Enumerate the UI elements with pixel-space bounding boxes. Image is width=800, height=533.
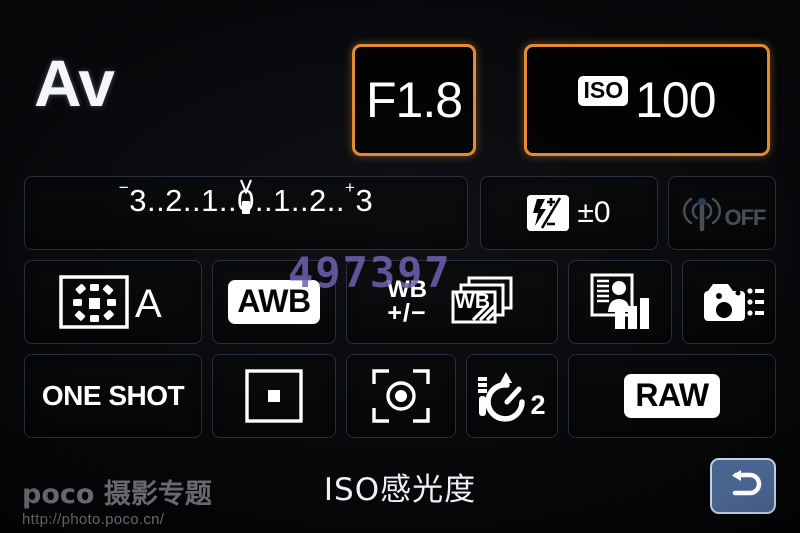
- wifi-icon: [682, 197, 721, 232]
- self-timer-icon: [478, 372, 526, 422]
- exposure-scale-end: 3: [355, 182, 374, 218]
- custom-controls-setting[interactable]: [682, 260, 776, 344]
- picture-style-setting[interactable]: A: [24, 260, 202, 344]
- exposure-scale-ticks: 3..2..1..0..1..2..: [129, 182, 346, 218]
- white-balance-setting[interactable]: AWB: [212, 260, 336, 344]
- image-quality-setting[interactable]: RAW: [568, 354, 776, 438]
- image-quality-label: RAW: [624, 374, 720, 418]
- quick-control-grid: −3..2..1..0..1..2..+3 ±0 OFF A AWB WB +/…: [24, 176, 776, 452]
- auto-lighting-optimizer-icon: [590, 273, 649, 329]
- camera-lcd-screen: Av F1.8 ISO 100 −3..2..1..0..1..2..+3 ±0…: [0, 0, 800, 533]
- white-balance-shift-bracket-setting[interactable]: WB +/− WB: [346, 260, 558, 344]
- flash-exposure-compensation-icon: [527, 195, 570, 231]
- af-point-single-icon: [245, 369, 303, 423]
- selected-setting-title: ISO感光度: [323, 472, 477, 508]
- wb-shift-label: WB +/−: [387, 277, 427, 327]
- self-timer-seconds: 2: [530, 389, 546, 420]
- exposure-plus-sign: +: [345, 178, 356, 198]
- return-arrow-icon: [732, 470, 762, 496]
- picture-style-icon: A: [59, 275, 162, 329]
- evaluative-metering-icon: [372, 369, 430, 423]
- wireless-status-label: OFF: [724, 205, 767, 230]
- drive-mode-setting[interactable]: 2: [466, 354, 558, 438]
- exposure-index-mark: [242, 200, 250, 214]
- af-mode-setting[interactable]: ONE SHOT: [24, 354, 202, 438]
- bottom-bar: ISO感光度: [0, 456, 800, 533]
- custom-controls-icon: [698, 284, 764, 321]
- flash-exposure-compensation-setting[interactable]: ±0: [480, 176, 658, 250]
- af-mode-label: ONE SHOT: [41, 380, 185, 411]
- wireless-setting[interactable]: OFF: [668, 176, 776, 250]
- auto-lighting-optimizer-setting[interactable]: [568, 260, 672, 344]
- metering-mode-setting[interactable]: [346, 354, 456, 438]
- iso-value: 100: [635, 72, 716, 128]
- shooting-mode-label: Av: [34, 46, 115, 120]
- flash-compensation-value: ±0: [577, 196, 611, 229]
- iso-badge-icon: ISO: [578, 76, 629, 106]
- return-button[interactable]: [710, 458, 776, 514]
- aperture-setting[interactable]: F1.8: [352, 44, 476, 156]
- top-status-row: Av F1.8 ISO 100: [0, 18, 800, 156]
- aperture-value: F1.8: [365, 72, 463, 128]
- af-point-selection-setting[interactable]: [212, 354, 336, 438]
- exposure-pointer-icon: [239, 179, 253, 194]
- iso-setting[interactable]: ISO 100: [524, 44, 770, 156]
- white-balance-label: AWB: [228, 280, 320, 324]
- wb-shift-line2: +/−: [387, 298, 427, 327]
- exposure-level-indicator: −3..2..1..0..1..2..+3: [25, 179, 467, 236]
- wb-bracketing-icon: WB: [451, 276, 513, 324]
- exposure-compensation-scale[interactable]: −3..2..1..0..1..2..+3: [24, 176, 468, 250]
- exposure-minus-sign: −: [118, 178, 130, 198]
- svg-text:A: A: [135, 282, 162, 326]
